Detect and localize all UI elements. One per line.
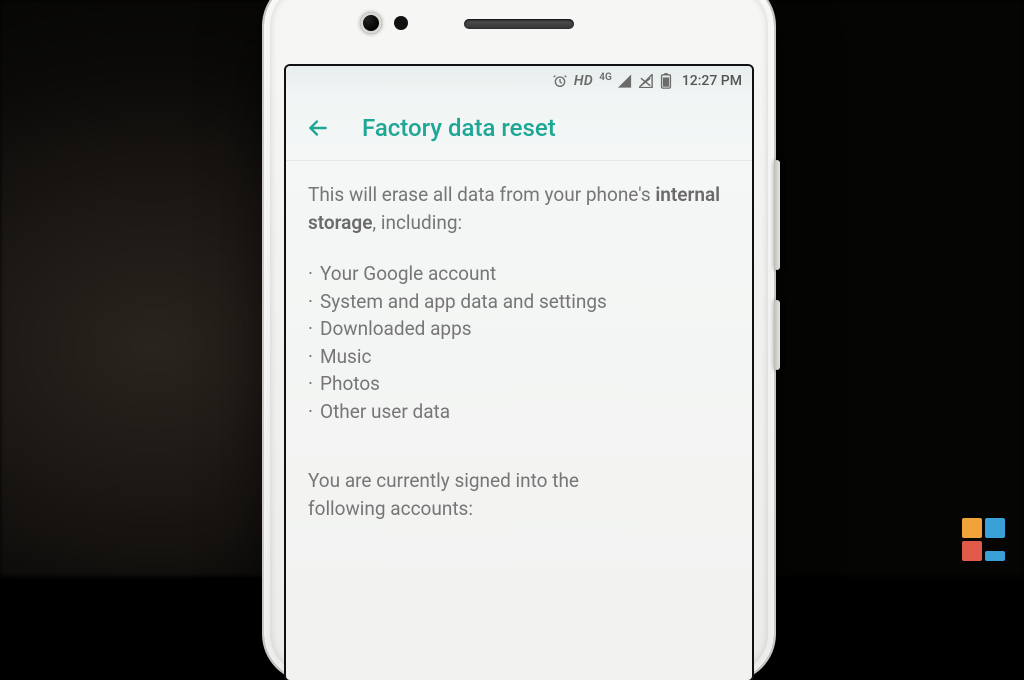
list-item-label: Downloaded apps xyxy=(320,315,472,343)
erase-list: ·Your Google account ·System and app dat… xyxy=(308,260,730,425)
watermark-logo xyxy=(962,518,1006,562)
network-type-label: 4G xyxy=(599,73,612,83)
list-item: ·Music xyxy=(308,343,730,371)
list-item: ·Downloaded apps xyxy=(308,315,730,343)
earpiece-speaker xyxy=(464,19,574,29)
app-bar: Factory data reset xyxy=(286,96,752,161)
phone-frame: HD 4G 12:27 PM xyxy=(264,0,774,680)
alarm-icon xyxy=(552,73,568,89)
signed-line-2: following accounts: xyxy=(308,495,730,523)
list-item: ·Your Google account xyxy=(308,260,730,288)
signed-line-1: You are currently signed into the xyxy=(308,467,730,495)
list-item: ·Other user data xyxy=(308,398,730,426)
status-clock: 12:27 PM xyxy=(682,73,742,89)
intro-prefix: This will erase all data from your phone… xyxy=(308,183,655,206)
list-item: ·System and app data and settings xyxy=(308,288,730,316)
signal-secondary-icon xyxy=(639,74,654,88)
volume-rocker xyxy=(774,160,780,270)
phone-screen: HD 4G 12:27 PM xyxy=(286,66,752,680)
proximity-sensor xyxy=(394,16,408,30)
status-bar: HD 4G 12:27 PM xyxy=(286,66,752,96)
list-item: ·Photos xyxy=(308,370,730,398)
list-item-label: System and app data and settings xyxy=(320,288,607,316)
phone-sensor-cluster xyxy=(264,10,774,40)
signed-in-text: You are currently signed into the follow… xyxy=(308,467,730,522)
list-item-label: Photos xyxy=(320,370,380,398)
intro-text: This will erase all data from your phone… xyxy=(308,181,730,236)
intro-suffix: , including: xyxy=(372,211,462,234)
battery-icon xyxy=(660,73,672,89)
hd-indicator: HD xyxy=(574,73,593,89)
arrow-left-icon xyxy=(305,115,331,141)
page-title: Factory data reset xyxy=(362,114,556,142)
power-button-physical xyxy=(774,300,780,370)
signal-icon xyxy=(618,74,633,88)
back-button[interactable] xyxy=(298,108,338,148)
list-item-label: Music xyxy=(320,343,371,371)
list-item-label: Other user data xyxy=(320,398,450,426)
settings-body: This will erase all data from your phone… xyxy=(286,161,752,522)
front-camera xyxy=(360,12,382,34)
list-item-label: Your Google account xyxy=(320,260,496,288)
